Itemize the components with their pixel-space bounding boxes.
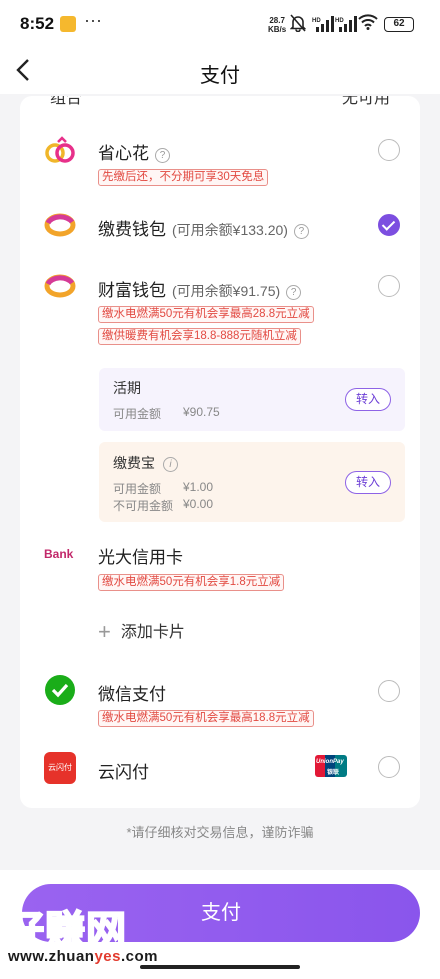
network-speed-value: 28.7 <box>269 16 285 25</box>
promo-tag: 缴水电燃满50元有机会享1.8元立减 <box>98 574 285 591</box>
promo-tag: 缴水电燃满50元有机会享最高18.8元立减 <box>98 710 314 727</box>
home-indicator[interactable] <box>140 965 300 969</box>
unavailable-amount: ¥0.00 <box>183 497 214 511</box>
promo-tag: 缴水电燃满50元有机会享最高28.8元立减 <box>98 306 314 323</box>
method-radio[interactable] <box>378 275 400 297</box>
help-icon[interactable]: ? <box>286 285 302 300</box>
add-card-label: 添加卡片 <box>120 624 185 641</box>
bottom-bar: 支付 好赚网 www.zhuanyes.com <box>0 870 440 979</box>
huoqi-title: 活期 <box>113 380 141 396</box>
mute-icon <box>289 14 307 36</box>
transfer-in-button[interactable]: 转入 <box>345 471 391 494</box>
battery-indicator: 62 <box>384 17 414 32</box>
bank-logo-icon: Bank <box>44 544 78 576</box>
yunshanfu-logo-icon: 云闪付 <box>44 752 76 784</box>
promo-tag: 先缴后还，不分期可享30天免息 <box>98 169 269 186</box>
method-radio[interactable] <box>378 139 400 161</box>
watermark-url-highlight: yes <box>94 948 121 965</box>
method-radio[interactable] <box>378 756 400 778</box>
wallet-logo-icon <box>44 274 76 298</box>
add-card-button[interactable]: + 添加卡片 <box>98 618 185 645</box>
bank-tag: Bank <box>44 547 74 561</box>
status-bar: 8:52 ··· 28.7 KB/s HD HD 62 <box>0 0 440 48</box>
notification-app-icon <box>60 16 76 32</box>
available-amount: ¥1.00 <box>183 480 214 494</box>
wifi-icon <box>358 14 378 35</box>
signal-1-icon: HD <box>312 16 334 32</box>
method-name: 缴费钱包 <box>98 220 166 239</box>
watermark-url: www.zhuanyes.com <box>8 948 158 965</box>
ring-logo-icon <box>45 136 75 163</box>
more-notifications-icon: ··· <box>84 10 102 30</box>
method-name: 省心花 <box>98 144 149 163</box>
network-speed-unit: KB/s <box>268 25 287 34</box>
method-name: 财富钱包 <box>98 281 166 300</box>
method-radio[interactable] <box>378 680 400 702</box>
unavailable-label: 不可用金额 <box>113 499 174 513</box>
info-icon[interactable]: i <box>163 457 178 472</box>
wallet-logo-icon <box>44 213 76 237</box>
watermark-url-prefix: www.zhuan <box>8 948 95 965</box>
method-name: 云闪付 <box>98 763 149 782</box>
method-radio-checked[interactable] <box>378 214 400 236</box>
page-title: 支付 <box>200 65 240 87</box>
signal-2-icon: HD <box>335 16 357 32</box>
balance-text: (可用余额¥91.75) <box>172 283 281 299</box>
unionpay-text: UnionPay <box>316 759 344 765</box>
yunshanfu-logo-text: 云闪付 <box>48 763 72 772</box>
promo-tag: 缴供暖费有机会享18.8-888元随机立减 <box>98 328 301 345</box>
transfer-in-button[interactable]: 转入 <box>345 388 391 411</box>
payment-methods-card: 组合 无可用 省心花? 先缴后还，不分期可享30天免息 缴费钱包 (可用余额¥13… <box>20 96 420 808</box>
combined-pay-status: 无可用 <box>341 96 390 107</box>
network-speed: 28.7 KB/s <box>268 16 286 34</box>
jiaofeibao-card: 缴费宝 i 可用金额 ¥1.00 不可用金额 ¥0.00 转入 <box>99 442 405 522</box>
plus-icon: + <box>98 619 111 644</box>
combined-pay-label: 组合 <box>50 96 83 107</box>
fraud-notice: *请仔细核对交易信息，谨防诈骗 <box>126 825 314 840</box>
signal-2-label: HD <box>335 18 344 24</box>
help-icon[interactable]: ? <box>293 224 309 239</box>
nav-bar: 支付 <box>0 48 440 94</box>
method-name: 光大信用卡 <box>98 548 183 567</box>
watermark-url-suffix: .com <box>120 948 158 965</box>
help-icon[interactable]: ? <box>155 148 170 163</box>
balance-text: (可用余额¥133.20) <box>172 222 288 238</box>
unionpay-sub-text: 银联 <box>327 770 340 776</box>
signal-1-label: HD <box>312 18 321 24</box>
available-amount: ¥90.75 <box>183 405 220 419</box>
available-label: 可用金额 <box>113 407 162 421</box>
available-label: 可用金额 <box>113 482 162 496</box>
jiaofeibao-title: 缴费宝 <box>113 455 155 471</box>
huoqi-card: 活期 可用金额 ¥90.75 转入 <box>99 368 405 431</box>
method-name: 微信支付 <box>98 685 166 704</box>
wechat-pay-icon <box>45 675 75 705</box>
status-time: 8:52 <box>20 14 55 33</box>
combined-pay-row[interactable]: 组合 无可用 <box>50 96 390 107</box>
unionpay-icon: UnionPay 银联 <box>315 755 347 777</box>
